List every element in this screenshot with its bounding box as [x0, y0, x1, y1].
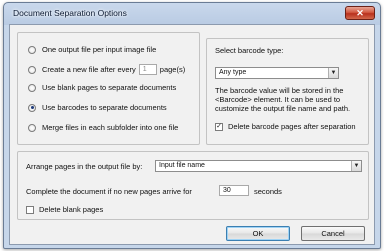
- separation-mode-group: One output file per input image file Cre…: [17, 32, 200, 145]
- checkmark-icon[interactable]: ✓: [215, 122, 223, 131]
- checkbox-label: Delete barcode pages after separation: [228, 122, 356, 131]
- radio-new-file-after-pages[interactable]: Create a new file after every 1 page(s): [28, 64, 185, 75]
- chevron-down-icon[interactable]: ▼: [328, 68, 338, 78]
- checkbox[interactable]: [26, 205, 34, 214]
- dialog-title: Document Separation Options: [13, 8, 127, 18]
- delete-blank-pages-option[interactable]: Delete blank pages: [26, 205, 103, 214]
- arrange-label: Arrange pages in the output file by:: [26, 162, 143, 171]
- barcode-type-group: Select barcode type: Any type ▼ The barc…: [206, 38, 369, 145]
- dialog-window: Document Separation Options ✕ One output…: [3, 2, 381, 249]
- cancel-button[interactable]: Cancel: [301, 226, 365, 241]
- radio-button[interactable]: [28, 45, 36, 54]
- barcode-type-value: Any type: [219, 69, 247, 76]
- close-button[interactable]: ✕: [345, 6, 375, 20]
- pages-count-input[interactable]: 1: [138, 64, 157, 75]
- radio-barcodes-separate[interactable]: Use barcodes to separate documents: [28, 103, 167, 112]
- radio-label: Create a new file after every: [42, 65, 136, 74]
- radio-blank-pages-separate[interactable]: Use blank pages to separate documents: [28, 83, 176, 92]
- barcode-type-select[interactable]: Any type ▼: [215, 67, 339, 79]
- arrange-value: Input file name: [159, 162, 205, 169]
- arrange-pages-select[interactable]: Input file name ▼: [155, 160, 362, 172]
- close-icon: ✕: [356, 8, 364, 18]
- radio-label: Merge files in each subfolder into one f…: [42, 123, 179, 132]
- radio-button-selected[interactable]: [28, 103, 36, 112]
- complete-doc-label: Complete the document if no new pages ar…: [26, 187, 192, 196]
- ok-button[interactable]: OK: [226, 226, 290, 241]
- radio-button[interactable]: [28, 65, 36, 74]
- radio-label: Use blank pages to separate documents: [42, 83, 177, 92]
- chevron-down-icon[interactable]: ▼: [351, 161, 361, 171]
- seconds-label: seconds: [254, 187, 282, 196]
- radio-merge-subfolder[interactable]: Merge files in each subfolder into one f…: [28, 123, 178, 132]
- title-bar[interactable]: Document Separation Options ✕: [4, 3, 380, 23]
- checkbox-label: Delete blank pages: [39, 205, 104, 214]
- radio-label-suffix: page(s): [159, 65, 186, 74]
- radio-button[interactable]: [28, 123, 36, 132]
- barcode-description: The barcode value will be stored in the …: [215, 86, 351, 113]
- radio-label: Use barcodes to separate documents: [42, 103, 167, 112]
- radio-label: One output file per input image file: [42, 45, 157, 54]
- radio-one-file-per-image[interactable]: One output file per input image file: [28, 45, 156, 54]
- output-settings-group: Arrange pages in the output file by: Inp…: [17, 151, 369, 220]
- radio-button[interactable]: [28, 83, 36, 92]
- dialog-client-area: One output file per input image file Cre…: [9, 24, 375, 245]
- barcode-group-title: Select barcode type:: [215, 46, 284, 55]
- seconds-input[interactable]: 30: [219, 185, 249, 196]
- delete-barcode-pages-option[interactable]: ✓ Delete barcode pages after separation: [215, 122, 356, 131]
